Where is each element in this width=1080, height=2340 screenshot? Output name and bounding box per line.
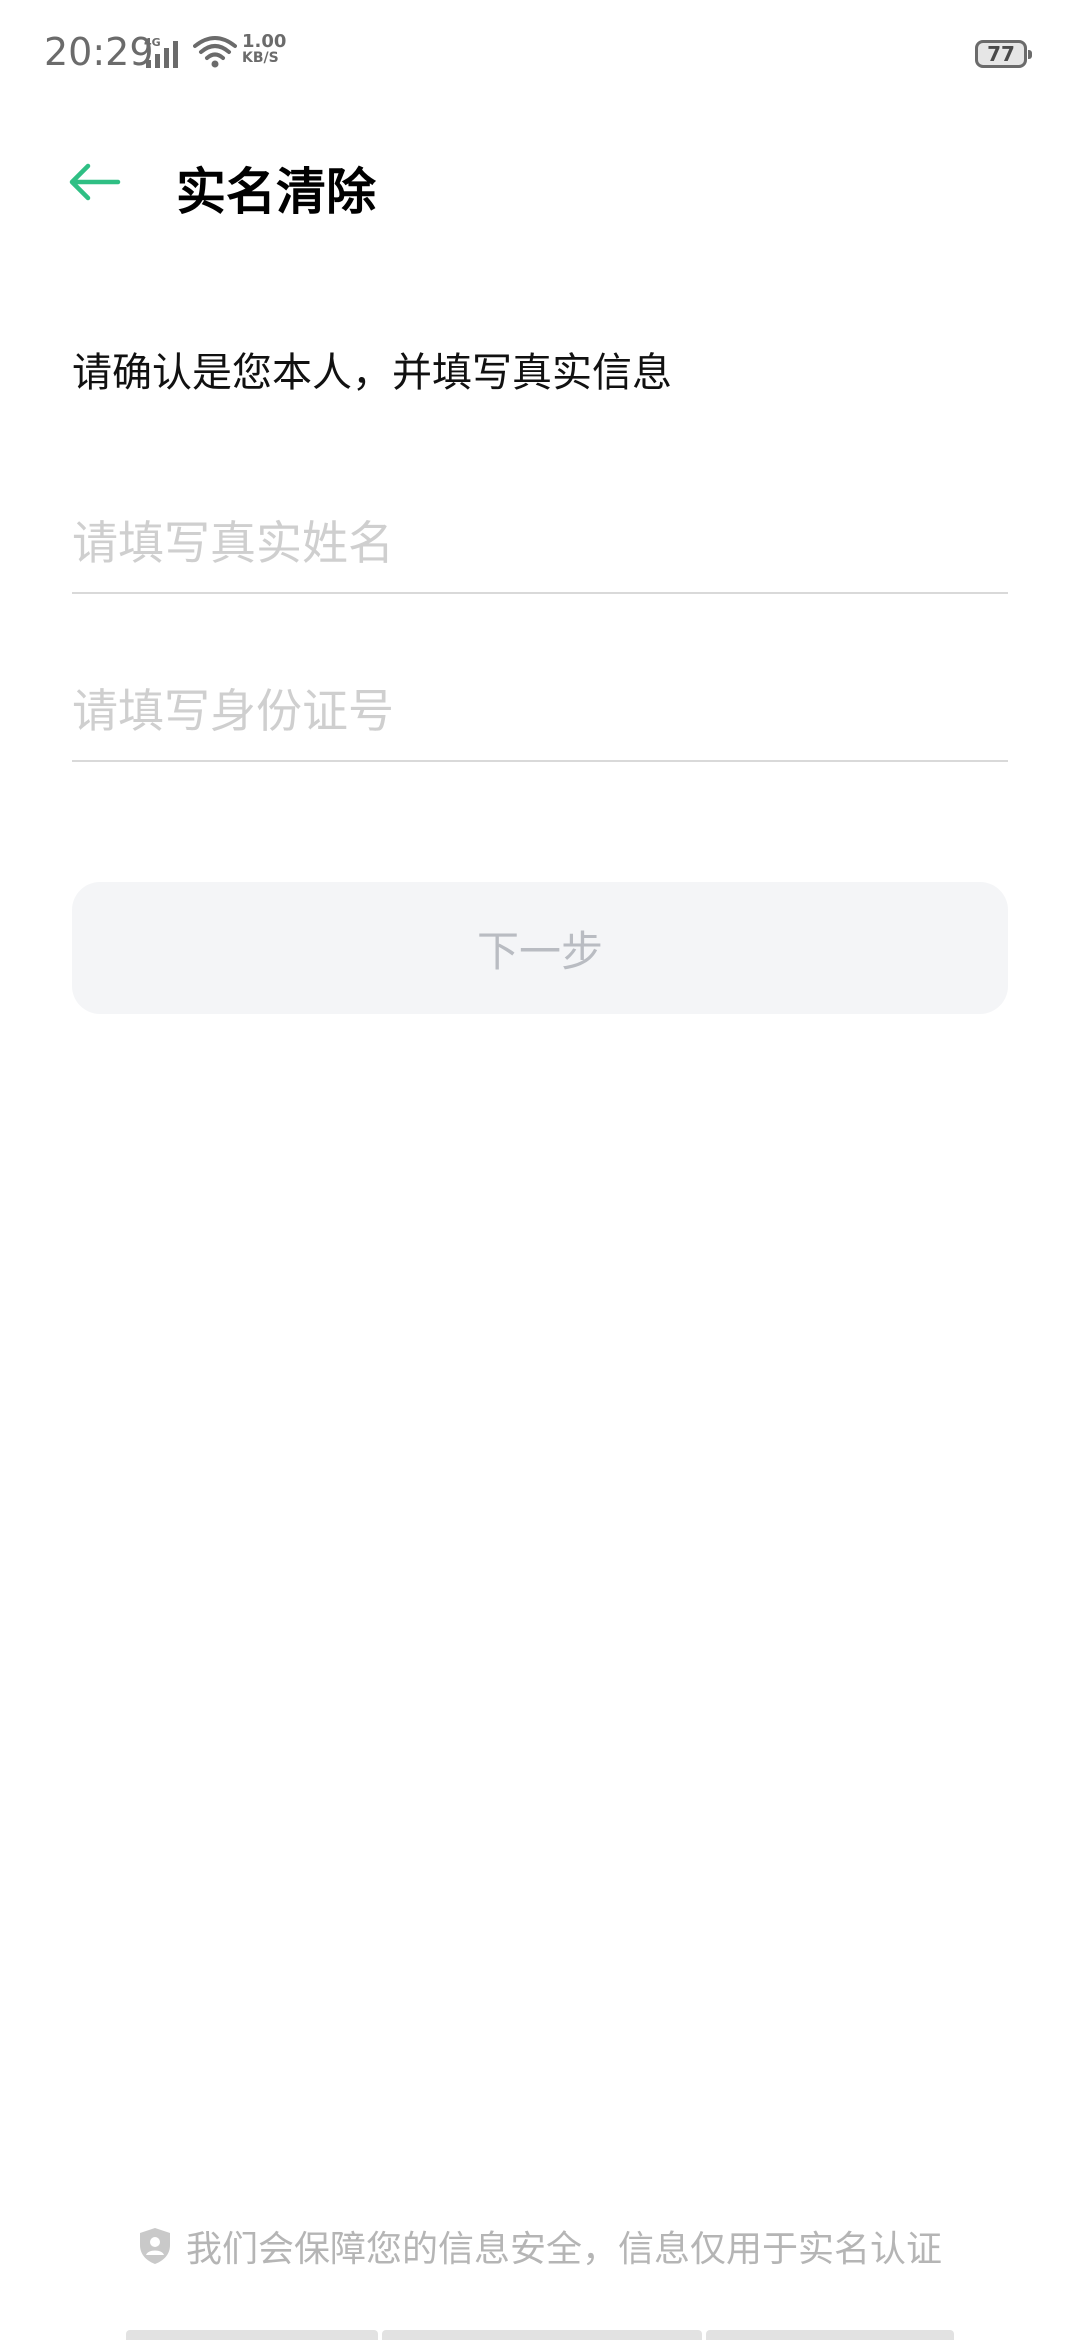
next-step-label: 下一步: [476, 926, 603, 976]
page-title: 实名清除: [176, 163, 376, 221]
status-bar: 20:29 4G 1.00 KB/S 77: [0, 0, 1080, 110]
back-button[interactable]: [62, 150, 126, 214]
battery-icon: 77: [975, 40, 1032, 68]
gesture-nav-left[interactable]: [126, 2330, 378, 2340]
gesture-nav-center[interactable]: [382, 2330, 702, 2340]
real-name-input[interactable]: [72, 494, 1008, 592]
network-speed: 1.00 KB/S: [242, 31, 302, 67]
gesture-nav-bar[interactable]: [126, 2330, 954, 2340]
id-number-field: [72, 662, 1008, 762]
battery-level: 77: [987, 42, 1015, 66]
cellular-signal-icon: 4G: [144, 36, 188, 74]
real-name-field: [72, 494, 1008, 594]
gesture-nav-right[interactable]: [706, 2330, 954, 2340]
next-step-button[interactable]: 下一步: [72, 882, 1008, 1014]
network-speed-value: 1.00: [242, 31, 287, 52]
shield-user-icon: [138, 2226, 172, 2266]
network-speed-unit: KB/S: [242, 50, 279, 66]
network-type-label: 4G: [144, 36, 161, 49]
security-notice: 我们会保障您的信息安全，信息仅用于实名认证: [0, 2216, 1080, 2276]
status-time: 20:29: [44, 30, 154, 74]
id-number-input[interactable]: [72, 662, 1008, 760]
form-instruction: 请确认是您本人，并填写真实信息: [72, 350, 672, 396]
security-notice-text: 我们会保障您的信息安全，信息仅用于实名认证: [185, 2229, 942, 2270]
wifi-icon: [193, 34, 237, 74]
arrow-left-icon: [69, 163, 121, 201]
